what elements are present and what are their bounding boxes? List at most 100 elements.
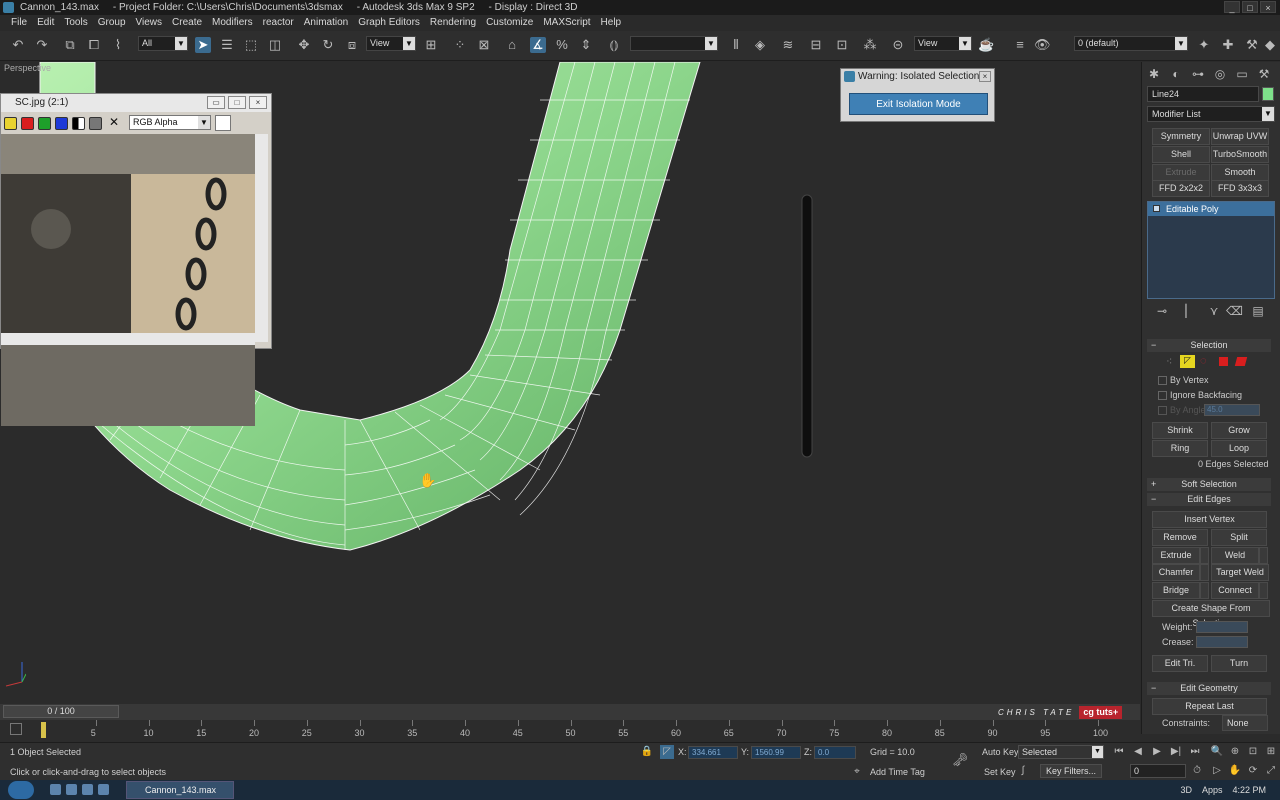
key-filters-button[interactable]: Key Filters... [1040,764,1102,778]
chamfer-settings-icon[interactable] [1200,564,1209,581]
exit-isolation-mode-button[interactable]: Exit Isolation Mode [849,93,988,115]
extrude-modifier-button[interactable]: Extrude [1152,164,1210,181]
menu-file[interactable]: File [6,15,32,31]
menu-customize[interactable]: Customize [481,15,538,31]
menu-edit[interactable]: Edit [32,15,59,31]
keyboard-shortcut-override-icon[interactable]: ⊠ [476,37,492,53]
3dsmax-app-icon[interactable] [3,2,14,13]
shell-button[interactable]: Shell [1152,146,1210,163]
repeat-last-button[interactable]: Repeat Last [1152,698,1267,715]
object-name-field[interactable]: Line24 [1147,86,1259,102]
mono-channel-icon[interactable] [72,117,85,130]
go-to-start-icon[interactable]: ⏮ [1112,745,1126,759]
polygon-subobject-icon[interactable] [1219,357,1228,366]
remove-button[interactable]: Remove [1152,529,1208,546]
select-and-manipulate-icon[interactable]: ⁘ [452,37,468,53]
vertex-subobject-icon[interactable]: ⁖ [1166,355,1172,368]
play-icon[interactable]: ▶ [1150,745,1164,759]
tray-clock[interactable]: 4:22 PM [1232,785,1266,795]
field-of-view-icon[interactable]: ▷ [1210,764,1224,778]
image-viewer-horizontal-scrollbar[interactable] [1,333,255,345]
pivot-center-icon[interactable]: ⊞ [423,37,439,53]
image-viewer-window[interactable]: SC.jpg (2:1) ▭ □ × ✕ RGB Alpha ▼ [0,93,272,426]
close-button[interactable]: × [1260,1,1276,13]
zoom-all-icon[interactable]: ⊕ [1228,745,1242,759]
render-view-dropdown[interactable]: View ▼ [914,36,972,51]
add-to-layer-icon[interactable]: ✚ [1220,37,1236,53]
lock-selection-icon[interactable]: 🔒 [640,745,654,759]
menu-graph-editors[interactable]: Graph Editors [353,15,425,31]
create-shape-from-selection-button[interactable]: Create Shape From Selection [1152,600,1270,628]
clear-icon[interactable]: ✕ [109,115,119,129]
red-channel-icon[interactable] [21,117,34,130]
maximize-viewport-icon[interactable]: ⤢ [1264,764,1278,778]
weld-button[interactable]: Weld [1211,547,1259,564]
schematic-view-icon[interactable]: ⊡ [834,37,850,53]
rectangular-region-icon[interactable]: ⬚ [243,37,259,53]
unwrap-uvw-button[interactable]: Unwrap UVW [1211,128,1269,145]
edit-geometry-rollout-header[interactable]: − Edit Geometry [1147,682,1271,695]
edit-named-selection-icon[interactable]: ⦅⦆ [606,37,622,53]
alpha-channel-icon[interactable] [89,117,102,130]
select-in-layer-icon[interactable]: ⚒ [1244,37,1260,53]
symmetry-button[interactable]: Symmetry [1152,128,1210,145]
modify-tab-icon[interactable]: ◐ [1168,66,1184,82]
maximize-button[interactable]: □ [1242,1,1258,13]
bridge-settings-icon[interactable] [1200,582,1209,599]
selection-filter-dropdown[interactable]: All ▼ [138,36,188,51]
constraints-dropdown[interactable]: None [1222,715,1268,731]
create-tab-icon[interactable]: ✱ [1146,66,1162,82]
layers-icon[interactable]: ≡ [1012,37,1028,53]
ffd-2x2x2-button[interactable]: FFD 2x2x2 [1152,180,1210,197]
menu-maxscript[interactable]: MAXScript [538,15,595,31]
set-key-icon[interactable]: 🗝 [952,753,969,767]
start-button[interactable] [8,781,34,799]
time-slider[interactable]: 0 / 100 [0,704,1140,720]
extrude-button[interactable]: Extrude [1152,547,1200,564]
ffd-3x3x3-button[interactable]: FFD 3x3x3 [1211,180,1269,197]
menu-views[interactable]: Views [131,15,168,31]
selection-rollout-header[interactable]: − Selection [1147,339,1271,352]
redo-icon[interactable]: ↷ [34,37,50,53]
image-viewer-minimize-button[interactable]: ▭ [207,96,225,109]
x-coordinate-field[interactable]: 334.661 [688,746,738,759]
element-subobject-icon[interactable] [1234,357,1248,366]
select-and-move-icon[interactable]: ✥ [296,37,312,53]
time-tag-icon[interactable]: ⌖ [850,765,864,779]
ring-button[interactable]: Ring [1152,440,1208,457]
create-layer-icon[interactable]: ✦ [1196,37,1212,53]
z-coordinate-field[interactable]: 0.0 [814,746,856,759]
menu-modifiers[interactable]: Modifiers [207,15,258,31]
extrude-settings-icon[interactable] [1200,547,1209,564]
time-configuration-icon[interactable]: ⏱ [1190,764,1204,778]
insert-vertex-button[interactable]: Insert Vertex [1152,511,1267,528]
image-viewer-close-button[interactable]: × [249,96,267,109]
auto-key-button[interactable]: Auto Key [982,747,1019,757]
snaps-toggle-icon[interactable]: ⌂ [504,37,520,53]
connect-button[interactable]: Connect [1211,582,1259,599]
next-frame-icon[interactable]: ▶| [1169,745,1183,759]
layer-visibility-icon[interactable]: 👁 [1034,37,1051,53]
remove-modifier-icon[interactable]: ⌫ [1226,303,1243,319]
hierarchy-tab-icon[interactable]: ⊶ [1190,66,1206,82]
window-crossing-icon[interactable]: ◫ [267,37,283,53]
turbosmooth-button[interactable]: TurboSmooth [1211,146,1269,163]
edit-edges-rollout-header[interactable]: − Edit Edges [1147,493,1271,506]
background-color-swatch[interactable] [215,115,231,131]
bind-space-warp-icon[interactable]: ⌇ [110,37,126,53]
3dsmax-quicklaunch-icon[interactable] [98,784,109,795]
angle-spinner[interactable]: 45.0 [1204,404,1260,416]
timeline-track[interactable]: 5 10 15 20 25 30 35 40 45 50 55 60 65 70 75 80 85 90 95 100 [0,720,1140,742]
pan-view-icon[interactable]: ✋ [1228,764,1242,778]
loop-button[interactable]: Loop [1211,440,1267,457]
select-object-icon[interactable]: ➤ [195,37,211,53]
mirror-icon[interactable]: ⫴ [728,37,744,53]
menu-help[interactable]: Help [596,15,627,31]
menu-reactor[interactable]: reactor [258,15,299,31]
set-current-layer-icon[interactable]: ◆ [1262,37,1278,53]
quick-render-icon[interactable]: ☕ [978,37,994,53]
layer-manager-icon[interactable]: ≋ [780,37,796,53]
image-viewer-maximize-button[interactable]: □ [228,96,246,109]
menu-tools[interactable]: Tools [59,15,92,31]
previous-frame-icon[interactable]: ◀ [1131,745,1145,759]
